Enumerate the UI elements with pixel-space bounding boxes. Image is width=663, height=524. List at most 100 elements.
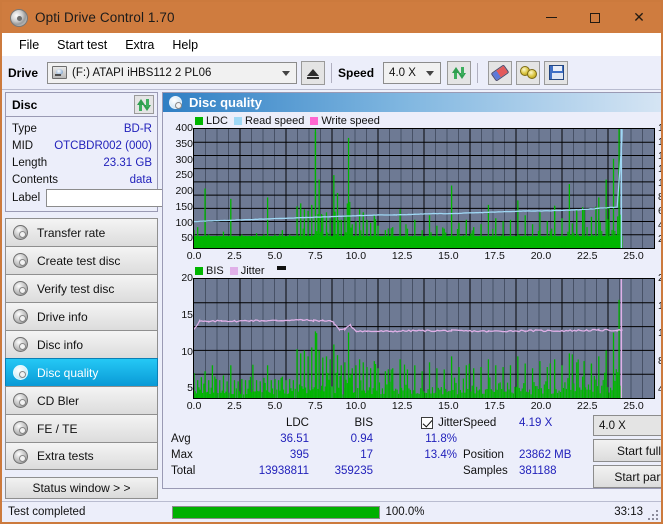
jitter-label: Jitter — [438, 417, 463, 429]
disc-info-rows: Type BD-R MID OTCBDR002 (000) Length 23.… — [6, 117, 157, 211]
test-speed-value: 4.0 X — [599, 420, 626, 432]
disc-icon — [13, 449, 28, 464]
start-full-button[interactable]: Start full — [593, 439, 663, 462]
disc-icon — [13, 309, 28, 324]
test-controls: 4.0 X Start full Start part — [593, 415, 663, 488]
disc-key: Type — [12, 123, 37, 135]
axis-tick: 20% — [658, 273, 663, 284]
stats-bis-avg: 0.94 — [309, 431, 373, 447]
axis-tick: 16% — [658, 300, 663, 311]
axis-tick: 10.0 — [346, 250, 366, 262]
sidebar-item-verify-test-disc[interactable]: Verify test disc — [5, 274, 158, 302]
axis-tick: 17.5 — [484, 400, 504, 412]
axis-tick: 15.0 — [438, 400, 458, 412]
content-panel: Disc quality LDC Read speed Write sp — [162, 92, 663, 489]
refresh-icon — [451, 65, 467, 81]
samples-value: 381188 — [519, 463, 593, 479]
refresh-button[interactable] — [447, 61, 471, 85]
axis-tick: 0.0 — [187, 250, 202, 262]
save-button[interactable] — [544, 61, 568, 85]
axis-tick: 22.5 — [577, 250, 597, 262]
status-text: Test completed — [2, 506, 172, 518]
erase-button[interactable] — [488, 61, 512, 85]
copy-disc-button[interactable] — [516, 61, 540, 85]
meta-spacer-2 — [519, 431, 593, 447]
window-controls: ✕ — [529, 2, 661, 33]
disc-value: OTCBDR002 (000) — [54, 140, 152, 152]
legend-swatch — [195, 117, 203, 125]
stats-col-jitter: Jitter 11.8% 13.4% — [373, 415, 463, 488]
axis-tick: 25.0 — [623, 400, 643, 412]
speed-select[interactable]: 4.0 X — [383, 62, 441, 84]
sidebar-item-label: Extra tests — [37, 449, 94, 463]
disc-icon — [13, 337, 28, 352]
axis-tick: 16 X — [658, 137, 663, 148]
axis-tick: 18 X — [658, 123, 663, 134]
stats-col-meta-labels: Speed Position Samples — [463, 415, 519, 488]
chart2-y-axis: 2015105 — [167, 278, 193, 399]
jitter-checkbox-icon[interactable] — [421, 417, 433, 429]
stats-jitter-avg: 11.8% — [373, 431, 463, 447]
jitter-toggle[interactable]: Jitter — [373, 415, 463, 431]
progress-bar — [172, 506, 380, 519]
stats-row-labels: Avg Max Total — [171, 415, 223, 488]
menu-file[interactable]: File — [10, 36, 48, 54]
menu-help[interactable]: Help — [163, 36, 207, 54]
test-speed-select[interactable]: 4.0 X — [593, 415, 663, 436]
maximize-button[interactable] — [573, 2, 617, 33]
drive-icon — [52, 66, 67, 79]
sidebar-item-drive-info[interactable]: Drive info — [5, 302, 158, 330]
main-body: Disc Type BD-R MID OTCBDR002 (000) — [2, 90, 661, 489]
axis-tick: 2 X — [658, 233, 663, 244]
axis-tick: 7.5 — [308, 250, 323, 262]
toolbar-divider-1 — [331, 63, 332, 83]
resize-grip[interactable] — [646, 508, 658, 520]
disc-value: 23.31 GB — [103, 157, 152, 169]
legend-entry-bis: BIS — [195, 265, 224, 277]
disc-panel-title: Disc — [12, 98, 37, 112]
drive-select[interactable]: (F:) ATAPI iHBS112 2 PL06 — [47, 62, 297, 84]
elapsed-time: 33:13 — [438, 506, 662, 518]
disc-info-panel: Disc Type BD-R MID OTCBDR002 (000) — [5, 92, 158, 212]
sidebar-item-fe-te[interactable]: FE / TE — [5, 414, 158, 442]
close-button[interactable]: ✕ — [617, 2, 661, 33]
menu-extra[interactable]: Extra — [116, 36, 163, 54]
axis-tick: 12.5 — [392, 400, 412, 412]
axis-tick: 10 X — [658, 178, 663, 189]
drive-select-value: (F:) ATAPI iHBS112 2 PL06 — [72, 67, 211, 79]
sidebar-item-label: Drive info — [37, 310, 88, 324]
sidebar-item-transfer-rate[interactable]: Transfer rate — [5, 218, 158, 246]
start-part-button[interactable]: Start part — [593, 465, 663, 488]
disc-value: data — [130, 174, 152, 186]
legend-entry-jitter: Jitter — [230, 265, 265, 277]
chart1-plot — [193, 128, 655, 249]
axis-tick: 7.5 — [308, 400, 323, 412]
sidebar-item-disc-info[interactable]: Disc info — [5, 330, 158, 358]
axis-tick: 2.5 — [227, 400, 242, 412]
menu-start-test[interactable]: Start test — [48, 36, 116, 54]
legend-label: LDC — [206, 115, 228, 127]
legend-entry-write-speed: Write speed — [310, 115, 380, 127]
disc-refresh-button[interactable] — [134, 95, 154, 114]
sidebar-item-extra-tests[interactable]: Extra tests — [5, 442, 158, 470]
sidebar-item-cd-bler[interactable]: CD Bler — [5, 386, 158, 414]
position-value: 23862 MB — [519, 447, 593, 463]
legend-label: Jitter — [241, 265, 265, 277]
stats-label-avg: Avg — [171, 431, 223, 447]
stats-col-bis: BIS 0.94 17 359235 — [309, 415, 373, 488]
minimize-button[interactable] — [529, 2, 573, 33]
axis-tick: 50 — [181, 233, 193, 244]
progress-fill — [173, 507, 379, 518]
eject-button[interactable] — [301, 61, 325, 85]
status-window-button[interactable]: Status window > > — [5, 477, 158, 499]
sidebar-item-create-test-disc[interactable]: Create test disc — [5, 246, 158, 274]
toolbar: Drive (F:) ATAPI iHBS112 2 PL06 Speed 4.… — [2, 56, 661, 90]
disc-key: Length — [12, 157, 47, 169]
axis-tick: 5.0 — [268, 400, 283, 412]
sidebar-item-label: CD Bler — [37, 394, 79, 408]
disc-icon — [13, 421, 28, 436]
sidebar-item-disc-quality[interactable]: Disc quality — [5, 358, 158, 386]
chart1-x-axis: 0.02.55.07.510.012.515.017.520.022.525.0… — [194, 250, 654, 262]
axis-tick: 250 — [175, 170, 193, 181]
axis-tick: 2.5 — [227, 250, 242, 262]
